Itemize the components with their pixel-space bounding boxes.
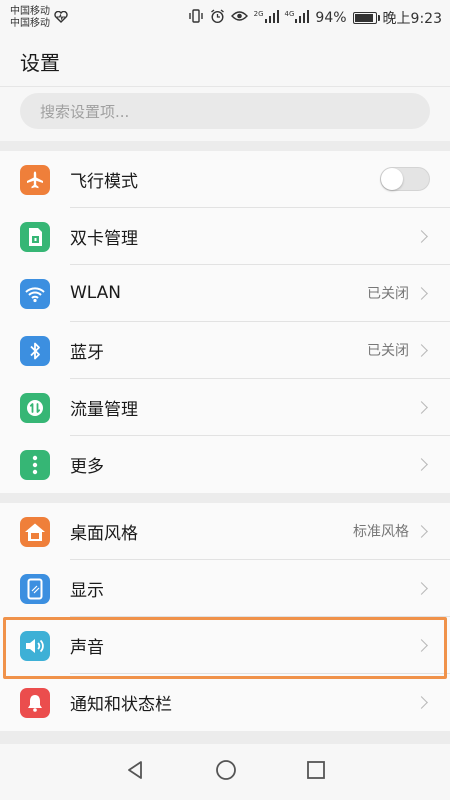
navigation-bar bbox=[0, 744, 450, 800]
bell-icon bbox=[20, 687, 50, 718]
carrier-1: 中国移动 bbox=[10, 6, 50, 17]
home-button[interactable] bbox=[215, 759, 237, 785]
settings-item-label: 声音 bbox=[70, 637, 104, 658]
alarm-icon bbox=[210, 8, 225, 28]
settings-item-label: 双卡管理 bbox=[70, 228, 138, 249]
signal-4g: 4G bbox=[285, 9, 310, 27]
chevron-right-icon bbox=[415, 458, 428, 471]
data-usage-icon bbox=[20, 392, 50, 423]
page-header: 设置 bbox=[0, 36, 450, 86]
chevron-right-icon bbox=[415, 343, 428, 357]
settings-section-display: 桌面风格 标准风格 显示 声音 通知和状态栏 bbox=[0, 503, 450, 731]
heart-rate-icon bbox=[54, 10, 68, 26]
settings-item-label: 蓝牙 bbox=[70, 342, 104, 363]
chevron-right-icon bbox=[415, 400, 428, 414]
home-style-value: 标准风格 bbox=[353, 524, 409, 540]
settings-item-label: 桌面风格 bbox=[70, 523, 138, 544]
chevron-right-icon bbox=[415, 581, 428, 595]
signal-bars-icon bbox=[264, 9, 279, 27]
battery-fill bbox=[354, 14, 374, 22]
carrier-2: 中国移动 bbox=[10, 18, 50, 29]
chevron-right-icon bbox=[415, 696, 428, 709]
sim-card-icon bbox=[20, 221, 50, 252]
vibrate-icon bbox=[188, 9, 204, 27]
settings-item-dual-sim[interactable]: 双卡管理 bbox=[0, 208, 450, 265]
status-bar: 中国移动 中国移动 2G 4G 94% 晚上9:23 bbox=[0, 0, 450, 36]
chevron-right-icon bbox=[415, 638, 428, 652]
search-placeholder: 搜索设置项... bbox=[40, 102, 130, 121]
settings-item-label: 流量管理 bbox=[70, 399, 138, 420]
chevron-right-icon bbox=[415, 229, 428, 243]
signal-bars-icon bbox=[295, 9, 310, 27]
bluetooth-status: 已关闭 bbox=[367, 343, 409, 359]
more-icon bbox=[20, 449, 50, 480]
carrier-info: 中国移动 中国移动 bbox=[10, 6, 50, 30]
toggle-knob bbox=[381, 168, 403, 190]
settings-item-label: 通知和状态栏 bbox=[70, 695, 172, 715]
settings-item-display[interactable]: 显示 bbox=[0, 560, 450, 617]
settings-item-home-style[interactable]: 桌面风格 标准风格 bbox=[0, 503, 450, 560]
settings-item-data-usage[interactable]: 流量管理 bbox=[0, 379, 450, 436]
speaker-icon bbox=[20, 630, 50, 661]
clock: 晚上9:23 bbox=[382, 11, 442, 27]
airplane-icon bbox=[20, 164, 50, 195]
settings-item-bluetooth[interactable]: 蓝牙 已关闭 bbox=[0, 322, 450, 379]
settings-item-more[interactable]: 更多 bbox=[0, 436, 450, 493]
home-icon bbox=[20, 516, 50, 547]
recents-button[interactable] bbox=[306, 760, 326, 784]
settings-section-network: 飞行模式 双卡管理 WLAN 已关闭 蓝牙 已关闭 流量管理 更多 bbox=[0, 151, 450, 493]
chevron-right-icon bbox=[415, 524, 428, 538]
battery-percent: 94% bbox=[315, 10, 347, 26]
page-title: 设置 bbox=[20, 50, 60, 75]
settings-item-label: WLAN bbox=[70, 283, 122, 303]
signal-2g: 2G bbox=[254, 9, 279, 27]
settings-item-notifications[interactable]: 通知和状态栏 bbox=[0, 674, 450, 731]
wifi-icon bbox=[20, 278, 50, 309]
settings-item-sound[interactable]: 声音 bbox=[0, 617, 450, 674]
display-icon bbox=[20, 573, 50, 604]
battery-icon bbox=[352, 12, 380, 24]
settings-item-label: 更多 bbox=[70, 457, 104, 477]
search-container: 搜索设置项... bbox=[0, 86, 450, 141]
bluetooth-icon bbox=[20, 335, 50, 366]
settings-item-airplane-mode[interactable]: 飞行模式 bbox=[0, 151, 450, 208]
back-button[interactable] bbox=[124, 759, 146, 785]
search-input[interactable]: 搜索设置项... bbox=[20, 93, 430, 129]
settings-item-wlan[interactable]: WLAN 已关闭 bbox=[0, 265, 450, 322]
chevron-right-icon bbox=[415, 286, 428, 300]
eye-comfort-icon bbox=[230, 10, 248, 26]
airplane-mode-toggle[interactable] bbox=[380, 167, 430, 191]
settings-item-label: 显示 bbox=[70, 580, 104, 601]
settings-item-label: 飞行模式 bbox=[70, 171, 138, 192]
wlan-status: 已关闭 bbox=[367, 286, 409, 302]
